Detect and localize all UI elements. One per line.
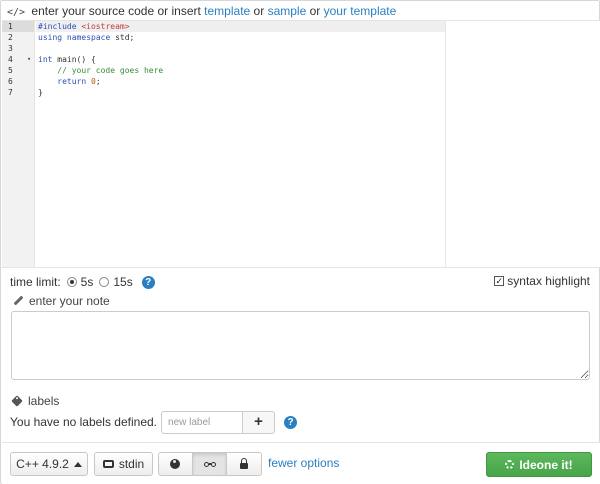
editor-footer: C++ 4.9.2 stdin fewer options Ideone it! bbox=[2, 442, 600, 484]
code-line: } bbox=[38, 88, 43, 97]
labels-heading: labels bbox=[11, 394, 60, 408]
pencil-icon bbox=[13, 296, 23, 306]
line-number-gutter: 1 2 3 4 ▾ 5 6 7 bbox=[2, 21, 35, 267]
note-label: enter your note bbox=[29, 294, 110, 308]
new-label-input[interactable] bbox=[161, 410, 243, 434]
line-number: 5 bbox=[8, 66, 13, 75]
code-editor[interactable]: 1 2 3 4 ▾ 5 6 7 #include <iostream> using… bbox=[2, 20, 600, 268]
tag-icon bbox=[11, 395, 23, 407]
options-row: time limit: 5s 15s ? ✓ syntax highlight bbox=[10, 274, 590, 290]
globe-icon bbox=[170, 459, 181, 469]
private-visibility-button[interactable] bbox=[227, 452, 262, 476]
hidden-visibility-button[interactable] bbox=[192, 452, 228, 476]
syntax-highlight-checkbox[interactable]: ✓ bbox=[494, 276, 505, 286]
line-number: 6 bbox=[8, 77, 13, 86]
run-label: Ideone it! bbox=[519, 457, 573, 472]
line-number: 1 bbox=[2, 21, 34, 32]
lock-icon bbox=[240, 457, 249, 469]
stdin-button[interactable]: stdin bbox=[94, 452, 153, 476]
glasses-icon bbox=[203, 461, 216, 467]
line-number: 2 bbox=[8, 33, 13, 42]
time-limit-label: time limit: bbox=[10, 275, 61, 289]
visibility-button-group bbox=[158, 452, 262, 476]
fewer-options-link[interactable]: fewer options bbox=[268, 456, 339, 470]
labels-title: labels bbox=[28, 394, 60, 408]
time-limit-15s-radio[interactable] bbox=[99, 277, 110, 287]
gears-icon bbox=[505, 460, 515, 469]
header-prefix: enter your source code or insert bbox=[31, 4, 201, 18]
note-textarea[interactable] bbox=[11, 311, 590, 380]
add-label-button[interactable]: + bbox=[242, 410, 276, 434]
code-line: // your code goes here bbox=[57, 66, 164, 75]
time-limit-5s-label[interactable]: 5s bbox=[81, 275, 94, 289]
language-select-button[interactable]: C++ 4.9.2 bbox=[10, 452, 88, 476]
ideone-editor-panel: </> enter your source code or insert tem… bbox=[0, 0, 600, 484]
syntax-highlight-label[interactable]: syntax highlight bbox=[507, 274, 590, 288]
code-line: return 0; bbox=[57, 77, 101, 86]
time-limit-5s-radio[interactable] bbox=[66, 277, 77, 287]
code-line: using namespace std; bbox=[38, 33, 135, 42]
labels-help-icon[interactable]: ? bbox=[284, 415, 298, 429]
time-limit-15s-label[interactable]: 15s bbox=[113, 275, 132, 289]
language-label: C++ 4.9.2 bbox=[16, 457, 69, 471]
code-line: #include <iostream> bbox=[36, 21, 446, 32]
sample-link[interactable]: sample bbox=[268, 4, 307, 18]
public-visibility-button[interactable] bbox=[158, 452, 193, 476]
template-link[interactable]: template bbox=[204, 4, 250, 18]
fold-arrow-icon[interactable]: ▾ bbox=[27, 54, 31, 65]
inbox-icon bbox=[102, 460, 114, 468]
caret-up-icon bbox=[73, 461, 82, 467]
your-template-link[interactable]: your template bbox=[324, 4, 397, 18]
print-margin bbox=[445, 21, 446, 267]
ideone-it-button[interactable]: Ideone it! bbox=[486, 452, 592, 477]
stdin-label: stdin bbox=[118, 457, 145, 471]
labels-row: You have no labels defined. + ? bbox=[10, 410, 298, 434]
header-or-1: or bbox=[253, 4, 265, 18]
line-number: 3 bbox=[8, 44, 13, 53]
syntax-highlight-toggle[interactable]: ✓ syntax highlight bbox=[494, 274, 590, 288]
no-labels-text: You have no labels defined. bbox=[10, 415, 158, 429]
note-heading: enter your note bbox=[13, 294, 110, 308]
source-header: </> enter your source code or insert tem… bbox=[7, 4, 396, 20]
code-line: int main() { bbox=[38, 55, 96, 64]
line-number: 7 bbox=[8, 88, 13, 97]
code-area[interactable]: #include <iostream> using namespace std;… bbox=[36, 21, 446, 267]
time-limit-help-icon[interactable]: ? bbox=[141, 275, 155, 289]
header-or-2: or bbox=[309, 4, 321, 18]
line-number: 4 ▾ bbox=[8, 54, 32, 65]
code-icon: </> bbox=[7, 7, 26, 18]
